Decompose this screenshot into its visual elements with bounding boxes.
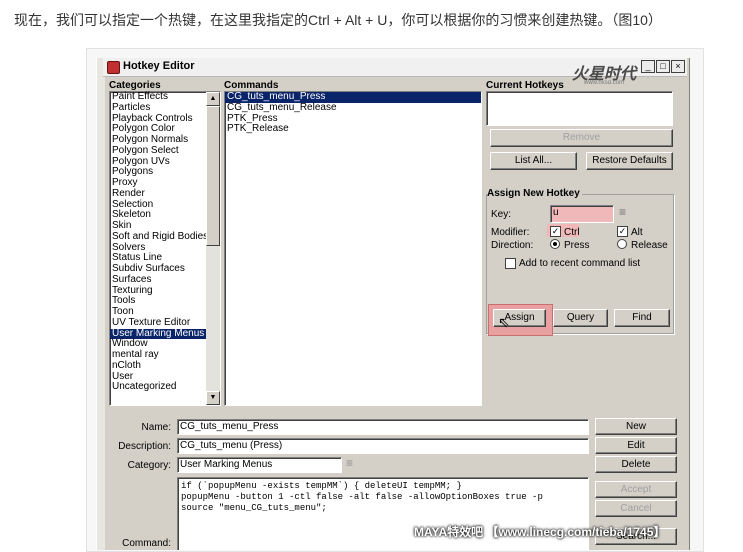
commands-label: Commands	[224, 80, 279, 91]
window-edge	[97, 58, 105, 550]
new-button[interactable]: New	[595, 418, 677, 435]
edit-button[interactable]: Edit	[595, 437, 677, 454]
command-item[interactable]: CG_tuts_menu_Release	[225, 102, 481, 114]
command-label: Command:	[122, 538, 171, 549]
release-radio[interactable]	[617, 239, 627, 249]
find-button[interactable]: Find	[614, 309, 670, 327]
release-label: Release	[631, 240, 668, 251]
remove-button[interactable]: Remove	[490, 129, 673, 147]
category-item[interactable]: nCloth	[110, 360, 206, 372]
query-button[interactable]: Query	[553, 309, 608, 327]
assign-label: Assign New Hotkey	[487, 188, 582, 199]
category-item[interactable]: Polygon Select	[110, 145, 206, 157]
commands-items: CG_tuts_menu_Press CG_tuts_menu_Release PT…	[225, 91, 481, 135]
command-script-text: if (`popupMenu -exists tempMM`) { delete…	[181, 481, 543, 514]
direction-label: Direction:	[491, 240, 534, 251]
alt-checkbox[interactable]: ✓	[617, 226, 628, 237]
commands-list[interactable]: CG_tuts_menu_Press CG_tuts_menu_Release PT…	[224, 91, 482, 406]
current-hotkeys-label: Current Hotkeys	[486, 80, 564, 91]
delete-button[interactable]: Delete	[595, 456, 677, 473]
cancel-button[interactable]: Cancel	[595, 500, 677, 517]
close-button[interactable]: ×	[671, 60, 685, 73]
list-all-button[interactable]: List All...	[490, 152, 577, 170]
scroll-up-icon[interactable]: ▲	[206, 92, 220, 106]
hotkey-editor-window: Hotkey Editor _ □ × Categories Paint Eff…	[96, 58, 690, 550]
key-stepper-icon[interactable]: ≡	[619, 205, 626, 219]
category-item[interactable]: Surfaces	[110, 274, 206, 286]
name-value: CG_tuts_menu_Press	[180, 421, 279, 432]
category-item[interactable]: UV Texture Editor	[110, 317, 206, 329]
recent-checkbox[interactable]	[505, 258, 516, 269]
description-label: Description:	[118, 441, 171, 452]
name-field[interactable]: CG_tuts_menu_Press	[177, 419, 589, 435]
category-item[interactable]: Particles	[110, 102, 206, 114]
script-line: if (`popupMenu -exists tempMM`) { delete…	[181, 481, 462, 491]
press-radio[interactable]	[550, 239, 560, 249]
current-hotkeys-list[interactable]	[486, 91, 673, 126]
categories-scrollbar[interactable]: ▲ ▼	[206, 92, 220, 405]
scroll-thumb[interactable]	[206, 106, 220, 246]
press-label: Press	[564, 240, 590, 251]
watermark-text: MAYA特效吧 【www.linecg.com/tieba/1745】	[414, 525, 666, 539]
maximize-button[interactable]: □	[656, 60, 670, 73]
maya-app-icon	[107, 61, 120, 74]
minimize-button[interactable]: _	[641, 60, 655, 73]
category-field[interactable]: User Marking Menus	[177, 457, 342, 473]
caption-text: 现在，我们可以指定一个热键，在这里我指定的Ctrl + Alt + U，你可以根…	[14, 12, 662, 28]
key-label: Key:	[491, 209, 512, 220]
category-item[interactable]: Render	[110, 188, 206, 200]
categories-items: Paint Effects Particles Playback Controls P…	[110, 91, 208, 393]
ctrl-checkbox[interactable]: ✓	[550, 226, 561, 237]
category-item[interactable]: Soft and Rigid Bodies	[110, 231, 208, 243]
description-value: CG_tuts_menu (Press)	[180, 440, 283, 451]
window-title: Hotkey Editor	[123, 60, 195, 72]
mouse-cursor-icon: ⇖	[498, 314, 510, 330]
script-line: popupMenu -button 1 -ctl false -alt fals…	[181, 492, 543, 502]
alt-label: Alt	[631, 227, 643, 238]
description-field[interactable]: CG_tuts_menu (Press)	[177, 438, 589, 454]
categories-label: Categories	[109, 80, 161, 91]
category-label: Category:	[127, 460, 171, 471]
command-item[interactable]: PTK_Release	[225, 123, 481, 135]
recent-label: Add to recent command list	[519, 258, 641, 269]
restore-defaults-button[interactable]: Restore Defaults	[586, 152, 673, 170]
accept-button[interactable]: Accept	[595, 481, 677, 498]
ctrl-label: Ctrl	[564, 227, 580, 238]
category-stepper-icon[interactable]: ≡	[346, 456, 353, 470]
category-item[interactable]: Uncategorized	[110, 381, 206, 393]
modifier-label: Modifier:	[491, 227, 530, 238]
logo-url: www.hxsd.com	[584, 80, 625, 86]
script-line: source "menu_CG_tuts_menu";	[181, 503, 327, 513]
name-label: Name:	[141, 422, 171, 433]
category-value: User Marking Menus	[180, 459, 273, 470]
key-value: u	[553, 207, 559, 218]
scroll-down-icon[interactable]: ▼	[206, 391, 220, 405]
key-input[interactable]: u	[550, 205, 614, 223]
categories-list[interactable]: Paint Effects Particles Playback Controls P…	[109, 91, 221, 406]
